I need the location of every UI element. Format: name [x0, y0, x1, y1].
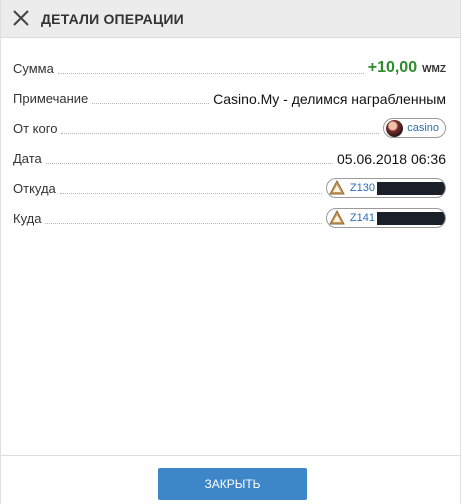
dotted-leader [59, 193, 322, 194]
amount-label: Сумма [13, 61, 54, 76]
date-row: Дата 05.06.2018 06:36 [13, 147, 446, 169]
date-label: Дата [13, 151, 42, 166]
destination-label: Куда [13, 211, 42, 226]
operation-details-dialog: ДЕТАЛИ ОПЕРАЦИИ Сумма +10,00 WMZ Примечан… [0, 0, 461, 504]
avatar [386, 119, 404, 137]
webmoney-purse-icon [329, 180, 345, 195]
source-purse-id: Z130 [349, 182, 375, 194]
destination-row: Куда Z141 [13, 207, 446, 229]
dialog-header: ДЕТАЛИ ОПЕРАЦИИ [1, 0, 460, 38]
webmoney-purse-icon [329, 210, 345, 225]
close-icon[interactable] [12, 9, 30, 27]
sender-name: casino [407, 122, 439, 134]
close-button[interactable]: ЗАКРЫТЬ [158, 468, 307, 500]
dotted-leader [61, 133, 380, 134]
dotted-leader [45, 163, 333, 164]
source-purse-chip[interactable]: Z130 [325, 178, 446, 198]
redaction-block [377, 181, 445, 195]
note-value: Casino.My - делимся награбленным [213, 91, 446, 107]
note-row: Примечание Casino.My - делимся награблен… [13, 87, 446, 109]
sender-chip[interactable]: casino [383, 118, 446, 138]
dialog-title: ДЕТАЛИ ОПЕРАЦИИ [41, 11, 184, 27]
source-label: Откуда [13, 181, 56, 196]
dotted-leader [57, 73, 364, 74]
date-value: 05.06.2018 06:36 [337, 151, 446, 167]
from-row: От кого casino [13, 117, 446, 139]
dotted-leader [45, 223, 322, 224]
amount-row: Сумма +10,00 WMZ [13, 57, 446, 79]
destination-purse-chip[interactable]: Z141 [325, 208, 446, 228]
redaction-block [377, 211, 445, 225]
destination-purse-id: Z141 [349, 212, 375, 224]
source-row: Откуда Z130 [13, 177, 446, 199]
dotted-leader [92, 103, 210, 104]
currency-code: WMZ [422, 64, 446, 75]
amount-value-group: +10,00 WMZ [368, 59, 446, 79]
from-label: От кого [13, 121, 58, 136]
amount-value: +10,00 [367, 59, 418, 76]
dialog-footer: ЗАКРЫТЬ [1, 455, 460, 504]
note-label: Примечание [13, 91, 89, 106]
